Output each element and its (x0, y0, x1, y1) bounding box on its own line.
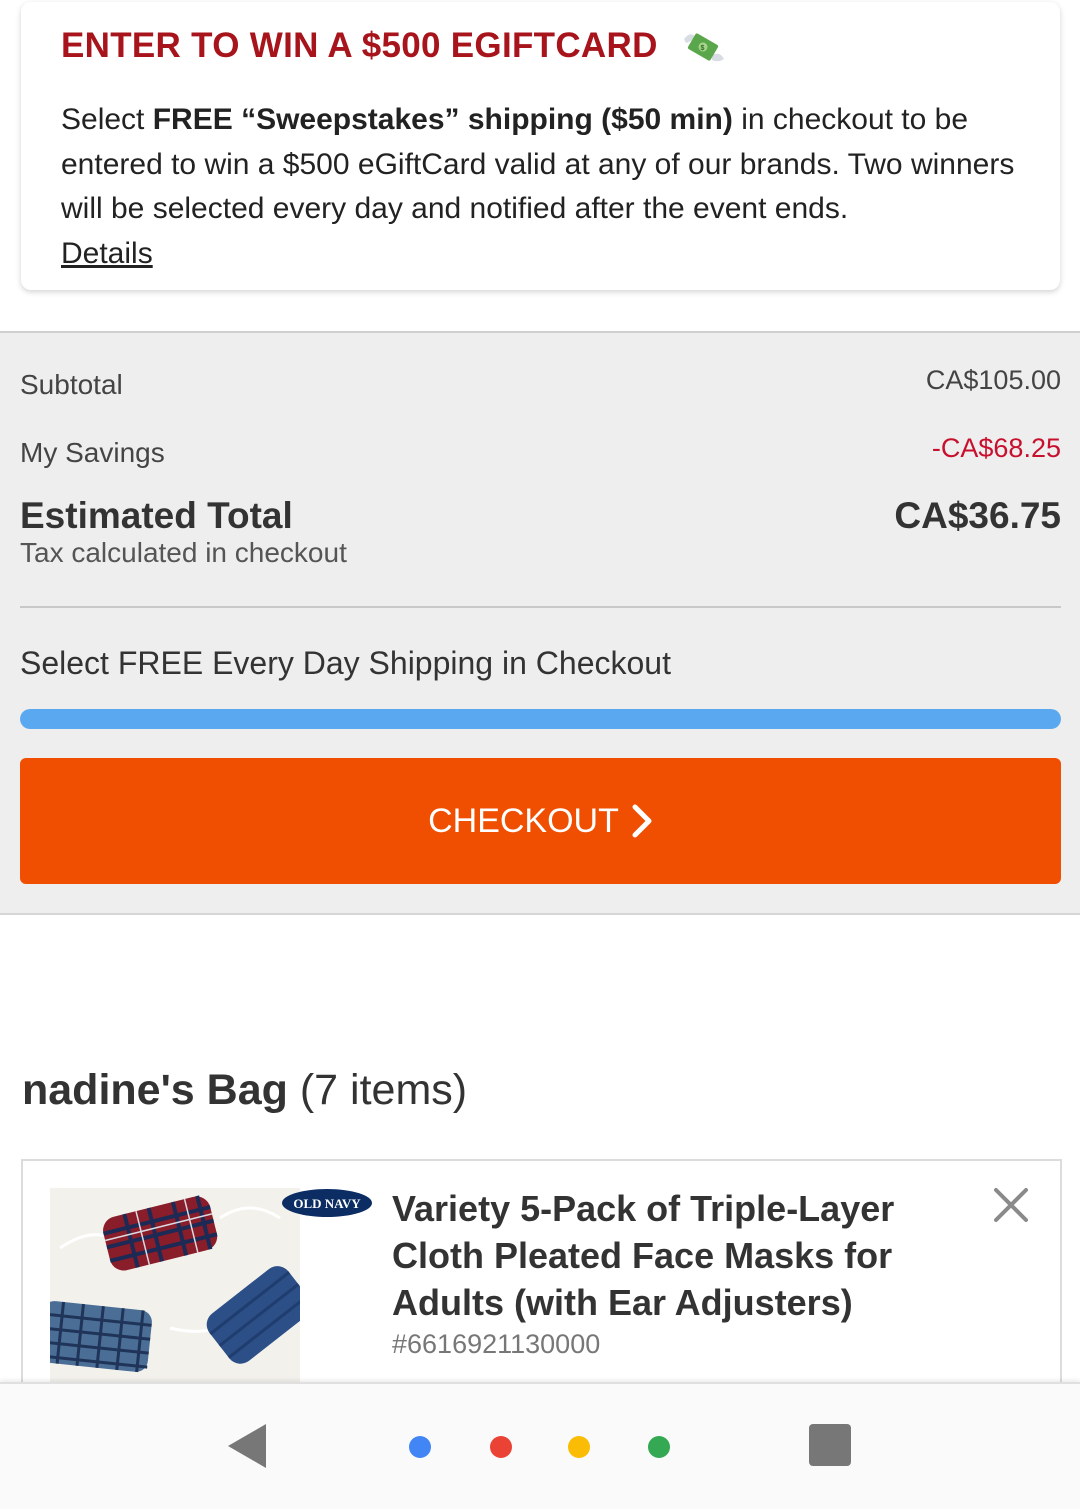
assistant-dot-yellow[interactable] (568, 1436, 590, 1458)
face-masks-illustration (50, 1188, 300, 1388)
promo-description: Select FREE “Sweepstakes” shipping ($50 … (61, 103, 1015, 270)
order-summary-panel: Subtotal CA$105.00 My Savings -CA$68.25 … (0, 331, 1080, 915)
product-image[interactable] (50, 1188, 300, 1388)
recents-icon[interactable] (809, 1424, 851, 1466)
bag-item-card: OLD NAVY Variety 5-Pack of Triple-Layer … (21, 1159, 1062, 1401)
bag-title: nadine's Bag (7 items) (22, 1066, 467, 1115)
svg-text:$: $ (700, 45, 704, 52)
assistant-dot-red[interactable] (490, 1436, 512, 1458)
bag-item-count: (7 items) (299, 1066, 468, 1114)
shipping-progress-fill (20, 709, 1061, 729)
estimated-total-label: Estimated Total (20, 495, 293, 536)
system-navigation-bar (0, 1382, 1080, 1509)
details-link[interactable]: Details (61, 237, 153, 270)
chevron-right-icon (632, 804, 652, 838)
savings-value: -CA$68.25 (931, 433, 1061, 463)
product-title[interactable]: Variety 5-Pack of Triple-Layer Cloth Ple… (392, 1185, 952, 1326)
promo-title: ENTER TO WIN A $500 EGIFTCARD $ (61, 26, 726, 67)
assistant-dot-blue[interactable] (409, 1436, 431, 1458)
promo-bold-text: FREE “Sweepstakes” shipping ($50 min) (152, 103, 733, 136)
bag-owner: nadine's Bag (22, 1066, 288, 1114)
subtotal-label: Subtotal (20, 369, 123, 400)
subtotal-value: CA$105.00 (925, 365, 1061, 395)
checkout-label: CHECKOUT (428, 801, 619, 840)
savings-label: My Savings (20, 437, 165, 468)
summary-divider (20, 606, 1061, 608)
old-navy-logo: OLD NAVY (282, 1189, 372, 1217)
remove-item-close-icon[interactable] (991, 1185, 1031, 1225)
svg-text:OLD NAVY: OLD NAVY (293, 1196, 361, 1211)
money-with-wings-icon: $ (683, 33, 724, 62)
sweepstakes-promo-section: ENTER TO WIN A $500 EGIFTCARD $ Select F… (0, 0, 1080, 332)
checkout-button[interactable]: CHECKOUT (20, 758, 1061, 884)
estimated-total-value: CA$36.75 (894, 495, 1061, 536)
assistant-dot-green[interactable] (648, 1436, 670, 1458)
shipping-progress-bar (20, 709, 1061, 729)
shipping-message: Select FREE Every Day Shipping in Checko… (20, 645, 671, 681)
sweepstakes-promo-card: ENTER TO WIN A $500 EGIFTCARD $ Select F… (21, 2, 1060, 290)
promo-title-text: ENTER TO WIN A $500 EGIFTCARD (61, 26, 658, 65)
back-icon[interactable] (226, 1422, 268, 1470)
product-sku: #6616921130000 (392, 1329, 601, 1359)
tax-note: Tax calculated in checkout (20, 537, 347, 568)
